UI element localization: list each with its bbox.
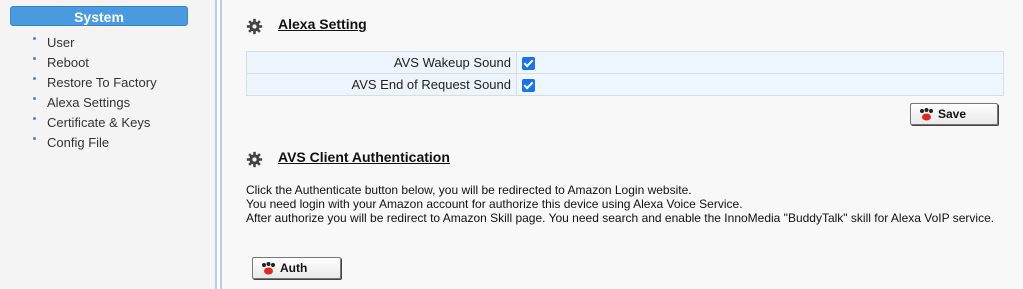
sidebar-item-reboot[interactable]: Reboot (30, 53, 157, 73)
sidebar: System User Reboot Restore To Factory Al… (0, 0, 215, 289)
sidebar-item-label: User (47, 35, 75, 50)
bullet-icon (33, 137, 36, 140)
bullet-icon (33, 117, 36, 120)
sidebar-divider (215, 0, 222, 289)
sidebar-header-system[interactable]: System (10, 6, 188, 26)
auth-description-line: You need login with your Amazon account … (246, 197, 743, 211)
bullet-icon (33, 77, 36, 80)
sidebar-item-label: Restore To Factory (47, 75, 157, 90)
sidebar-item-restore-to-factory[interactable]: Restore To Factory (30, 73, 157, 93)
auth-description-line: Click the Authenticate button below, you… (246, 183, 692, 197)
main-content: Alexa Setting AVS Wakeup Sound AVS End o… (222, 0, 1023, 289)
avs-wakeup-sound-cell (516, 51, 1004, 74)
paw-icon (920, 107, 933, 120)
avs-end-of-request-sound-label: AVS End of Request Sound (246, 73, 517, 96)
avs-end-of-request-sound-cell (516, 73, 1004, 96)
sidebar-item-label: Config File (47, 135, 110, 150)
alexa-setting-title: Alexa Setting (278, 16, 367, 32)
save-button-label: Save (938, 107, 967, 121)
auth-button[interactable]: Auth (252, 257, 341, 279)
sidebar-menu: User Reboot Restore To Factory Alexa Set… (30, 33, 157, 153)
sidebar-item-label: Alexa Settings (47, 95, 131, 110)
sidebar-item-config-file[interactable]: Config File (30, 133, 157, 153)
gear-icon (246, 18, 263, 35)
bullet-icon (33, 57, 36, 60)
sidebar-item-label: Certificate & Keys (47, 115, 151, 130)
bullet-icon (33, 97, 36, 100)
auth-description-line: After authorize you will be redirect to … (246, 211, 995, 225)
avs-client-authentication-title: AVS Client Authentication (278, 149, 450, 165)
avs-wakeup-sound-checkbox[interactable] (522, 57, 535, 71)
alexa-settings-table: AVS Wakeup Sound AVS End of Request Soun… (246, 51, 1004, 96)
sidebar-item-certificate-keys[interactable]: Certificate & Keys (30, 113, 157, 133)
table-row: AVS Wakeup Sound (246, 51, 1004, 74)
save-button[interactable]: Save (910, 103, 998, 125)
sidebar-item-label: Reboot (47, 55, 89, 70)
auth-button-label: Auth (280, 261, 308, 275)
paw-icon (262, 261, 275, 274)
auth-description: Click the Authenticate button below, you… (246, 183, 994, 225)
sidebar-item-alexa-settings[interactable]: Alexa Settings (30, 93, 157, 113)
avs-end-of-request-sound-checkbox[interactable] (522, 79, 535, 93)
table-row: AVS End of Request Sound (246, 73, 1004, 96)
bullet-icon (33, 37, 36, 40)
gear-icon (246, 151, 263, 168)
sidebar-item-user[interactable]: User (30, 33, 157, 53)
avs-wakeup-sound-label: AVS Wakeup Sound (246, 51, 517, 74)
